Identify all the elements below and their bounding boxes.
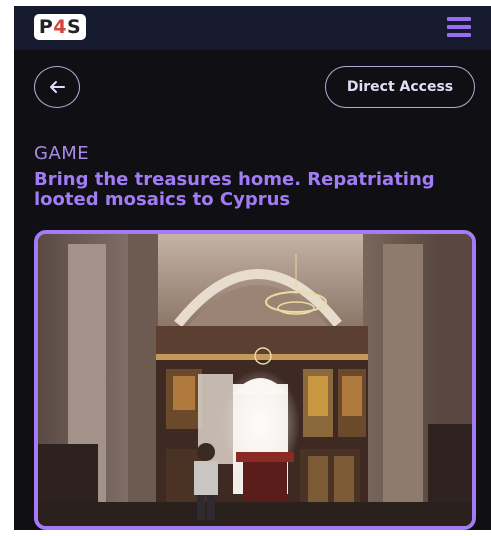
category-label: GAME (34, 143, 90, 164)
hamburger-icon[interactable] (447, 17, 471, 39)
logo-text-p: P (38, 16, 54, 38)
p4s-logo[interactable]: P4S (34, 14, 86, 40)
logo-text-s: S (66, 16, 82, 38)
arrow-left-icon (50, 81, 65, 93)
game-cover-image[interactable] (34, 230, 476, 530)
back-button[interactable] (34, 66, 80, 108)
app-screen: P4S Direct Access GAME Bring the treasur… (14, 6, 491, 530)
top-bar: P4S (14, 6, 491, 50)
logo-text-4: 4 (53, 16, 67, 38)
church-interior-illustration (38, 234, 472, 526)
direct-access-button[interactable]: Direct Access (325, 66, 475, 108)
page-title: Bring the treasures home. Repatriating l… (34, 169, 435, 210)
